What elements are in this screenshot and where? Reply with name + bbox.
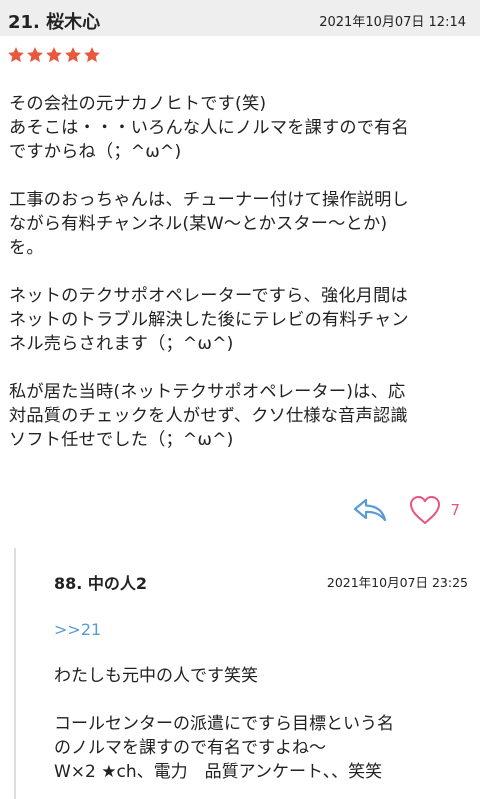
reply-date: 2021年10月07日 23:25 bbox=[326, 575, 468, 590]
star-icon bbox=[27, 47, 43, 63]
reply-body: わたしも元中の人です笑笑 コールセンターの派遣にですら目標という名 のノルマを課… bbox=[54, 666, 394, 782]
review-header: 21. 桜木心 2021年10月07日 12:14 bbox=[0, 0, 480, 36]
review-actions: 7 bbox=[352, 494, 460, 526]
star-icon bbox=[84, 47, 100, 63]
star-rating bbox=[7, 42, 101, 68]
review-date: 2021年10月07日 12:14 bbox=[319, 15, 466, 30]
reply-number-author: 88. 中の人2 bbox=[54, 574, 148, 593]
review-body: その会社の元ナカノヒトです(笑) あそこは・・・いろんな人にノルマを課すので有名… bbox=[9, 94, 409, 450]
review-page: 21. 桜木心 2021年10月07日 12:14 その会社の元ナカノヒトです(… bbox=[0, 0, 480, 799]
star-icon bbox=[65, 47, 81, 63]
reply-anchor-link[interactable]: >>21 bbox=[54, 620, 101, 639]
reply-arrow-icon[interactable] bbox=[352, 496, 388, 524]
like-count: 7 bbox=[450, 501, 460, 519]
reply-comment: 88. 中の人2 2021年10月07日 23:25 >>21 わたしも元中の人… bbox=[14, 548, 480, 799]
star-icon bbox=[8, 47, 24, 63]
star-icon bbox=[46, 47, 62, 63]
review-number-author: 21. 桜木心 bbox=[8, 12, 101, 33]
heart-outline-icon[interactable] bbox=[408, 494, 442, 526]
